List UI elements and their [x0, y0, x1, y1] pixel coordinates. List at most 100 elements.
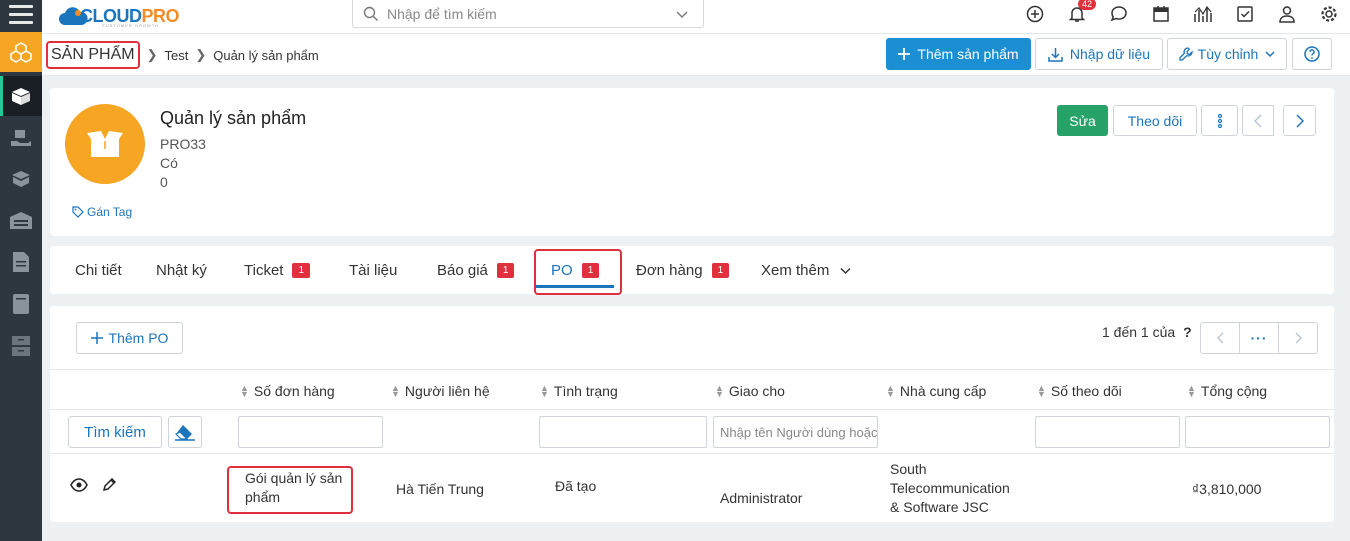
column-label: Nhà cung cấp: [899, 383, 987, 399]
gear-icon[interactable]: [1308, 0, 1350, 28]
table-row[interactable]: Gói quản lý sản phẩm Hà Tiến Trung Đã tạ…: [50, 454, 1334, 522]
record-code: PRO33: [160, 136, 206, 152]
edit-button[interactable]: Sửa: [1057, 105, 1108, 136]
tab-ticket[interactable]: Ticket 1: [244, 246, 311, 294]
pagination-help[interactable]: ?: [1183, 324, 1192, 340]
vendor-cell[interactable]: South Telecommunication & Software JSC: [890, 460, 1010, 517]
top-icons: 42: [1014, 0, 1350, 28]
breadcrumb-item: Quản lý sản phẩm: [213, 47, 319, 63]
po-tab-highlight: [534, 249, 622, 295]
column-header-total[interactable]: ▲ ▼ Tổng cộng: [1187, 383, 1267, 399]
filter-status-input[interactable]: [539, 416, 707, 448]
chevron-down-icon[interactable]: [675, 7, 689, 21]
wrench-icon: [1178, 47, 1193, 61]
column-header-assignee[interactable]: ▲ ▼ Giao cho: [715, 383, 785, 399]
cloudpro-logo[interactable]: CLOUDPRO CUSTOMER GROWTH: [58, 2, 180, 30]
rail-archive-icon[interactable]: [0, 326, 42, 366]
po-list-panel: Thêm PO 1 đến 1 của ? ··· ▲ ▼ Số đơn hàng …: [50, 306, 1334, 522]
tab-details[interactable]: Chi tiết: [75, 246, 122, 294]
task-check-icon[interactable]: [1224, 0, 1266, 28]
column-header-contact[interactable]: ▲ ▼ Người liên hệ: [391, 383, 490, 399]
rail-book-icon[interactable]: [0, 284, 42, 324]
plus-icon: [898, 48, 911, 60]
chat-icon[interactable]: [1098, 0, 1140, 28]
rail-box-icon[interactable]: [0, 76, 42, 116]
filter-total-input[interactable]: [1185, 416, 1330, 448]
view-eye-icon[interactable]: [70, 478, 88, 497]
top-bar: CLOUDPRO CUSTOMER GROWTH Nhập để tìm kiế…: [42, 0, 1350, 34]
user-icon[interactable]: [1266, 0, 1308, 28]
bell-icon[interactable]: 42: [1056, 0, 1098, 28]
column-label: Người liên hệ: [404, 383, 490, 399]
next-record-button[interactable]: [1283, 105, 1316, 136]
add-product-button[interactable]: Thêm sản phẩm: [886, 38, 1031, 70]
tab-more[interactable]: Xem thêm: [761, 246, 851, 294]
customize-button[interactable]: Tùy chỉnh: [1167, 38, 1287, 70]
rail-document-icon[interactable]: [0, 242, 42, 282]
edit-pencil-icon[interactable]: [102, 477, 117, 497]
filter-search-button[interactable]: Tìm kiếm: [68, 416, 162, 448]
tab-orders[interactable]: Đơn hàng 1: [636, 246, 730, 294]
sort-icon: ▲ ▼: [391, 383, 400, 399]
rail-delivery-icon[interactable]: [0, 118, 42, 158]
record-value: 0: [160, 174, 168, 190]
contact-cell[interactable]: Hà Tiến Trung: [396, 480, 484, 499]
total-cell: ₫3,810,000: [1192, 481, 1262, 497]
page-prev-button[interactable]: [1201, 323, 1239, 353]
filter-assignee-input[interactable]: Nhập tên Người dùng hoặc: [713, 416, 878, 448]
assign-tag-label: Gán Tag: [87, 205, 133, 219]
assign-tag-link[interactable]: Gán Tag: [72, 205, 132, 219]
chevron-down-icon: [840, 267, 851, 274]
eraser-icon: [174, 425, 195, 441]
record-status: Có: [160, 155, 178, 171]
rail-warehouse-icon[interactable]: [0, 200, 42, 240]
filter-tracking-input[interactable]: [1035, 416, 1180, 448]
analytics-icon[interactable]: [1182, 0, 1224, 28]
column-header-status[interactable]: ▲ ▼ Tình trạng: [540, 383, 618, 399]
column-header-tracking[interactable]: ▲ ▼ Số theo dõi: [1037, 383, 1122, 399]
add-circle-icon[interactable]: [1014, 0, 1056, 28]
tab-count-badge: 1: [711, 262, 730, 278]
order-no-highlight: [227, 466, 353, 514]
breadcrumb-item[interactable]: Test: [164, 48, 188, 63]
search-input[interactable]: Nhập để tìm kiếm: [387, 6, 675, 22]
column-label: Số đơn hàng: [253, 383, 335, 399]
global-search[interactable]: Nhập để tìm kiếm: [352, 0, 704, 28]
column-header-vendor[interactable]: ▲ ▼ Nhà cung cấp: [886, 383, 986, 399]
help-button[interactable]: [1292, 38, 1332, 70]
chevron-left-icon: [1216, 332, 1223, 344]
tab-label: Báo giá: [437, 261, 488, 279]
breadcrumb-bar: SẢN PHẨM ❯ Test ❯ Quản lý sản phẩm Thêm …: [42, 34, 1350, 76]
breadcrumb-root[interactable]: SẢN PHẨM: [46, 41, 140, 69]
sort-icon: ▲ ▼: [540, 383, 549, 399]
page-more-button[interactable]: ···: [1239, 323, 1278, 353]
rail-boxes-icon[interactable]: [0, 158, 42, 198]
sort-icon: ▲ ▼: [715, 383, 724, 399]
record-title: Quản lý sản phẩm: [160, 108, 307, 128]
tab-quotes[interactable]: Báo giá 1: [437, 246, 515, 294]
download-icon: [1048, 47, 1063, 62]
question-circle-icon: [1304, 46, 1320, 62]
previous-record-button[interactable]: [1242, 105, 1274, 136]
calendar-icon[interactable]: [1140, 0, 1182, 28]
clear-filter-button[interactable]: [168, 416, 202, 448]
table-header: ▲ ▼ Số đơn hàng ▲ ▼ Người liên hệ ▲ ▼ Tình trạ…: [50, 369, 1334, 410]
more-actions-button[interactable]: [1201, 105, 1238, 136]
rail-products-icon[interactable]: [0, 32, 42, 72]
pagination-controls: ···: [1200, 322, 1318, 354]
follow-button[interactable]: Theo dõi: [1113, 105, 1197, 136]
cloud-icon: [58, 5, 88, 27]
add-po-button[interactable]: Thêm PO: [76, 322, 183, 354]
tag-icon: [72, 206, 84, 218]
column-header-order-no[interactable]: ▲ ▼ Số đơn hàng: [240, 383, 335, 399]
import-data-button[interactable]: Nhập dữ liệu: [1035, 38, 1163, 70]
tab-documents[interactable]: Tài liệu: [349, 246, 397, 294]
left-rail: [0, 0, 42, 541]
filter-row: Tìm kiếm Nhập tên Người dùng hoặc: [50, 410, 1334, 454]
page-next-button[interactable]: [1278, 323, 1317, 353]
tab-activity-log[interactable]: Nhật ký: [156, 246, 207, 294]
filter-order-no-input[interactable]: [238, 416, 383, 448]
chevron-down-icon: [1265, 51, 1275, 58]
chevron-right-icon: [1295, 113, 1304, 128]
menu-icon[interactable]: [9, 5, 33, 25]
